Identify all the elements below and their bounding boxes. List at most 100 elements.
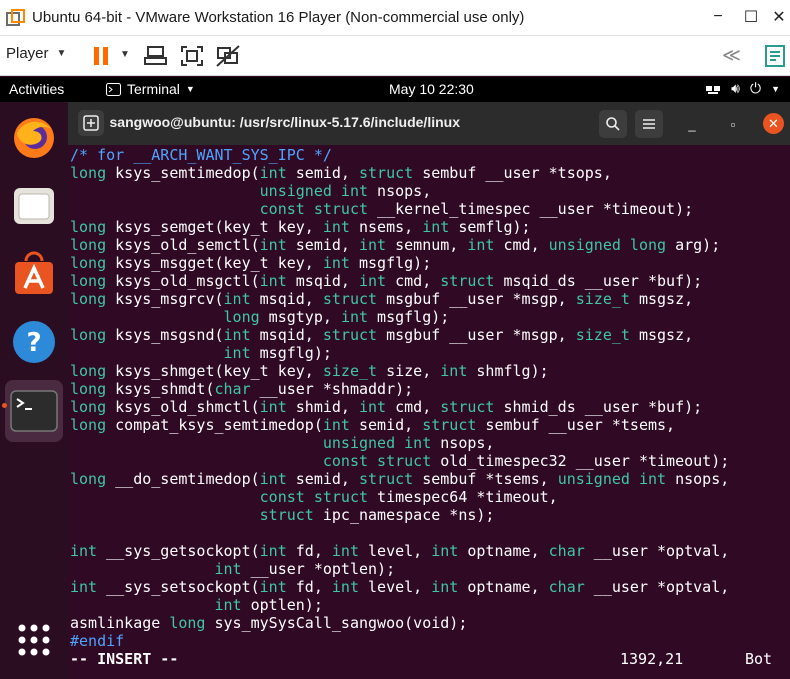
code-token-text: ksys_semtimedop( bbox=[106, 164, 260, 182]
dock-item-ubuntu-software[interactable] bbox=[8, 248, 60, 300]
code-token-text: ksys_shmdt( bbox=[106, 380, 215, 398]
code-token-type: int bbox=[214, 596, 242, 614]
code-token-text: compat_ksys_semtimedop( bbox=[106, 416, 323, 434]
code-token-type: struct bbox=[422, 416, 477, 434]
code-token-type: struct bbox=[322, 326, 378, 344]
close-button[interactable]: ✕ bbox=[768, 6, 790, 28]
fit-guest-icon[interactable] bbox=[179, 44, 205, 68]
code-token-type: char bbox=[548, 578, 585, 596]
pause-dropdown-chevron-icon[interactable]: ▼ bbox=[120, 49, 130, 60]
dock-item-firefox[interactable] bbox=[8, 112, 60, 164]
power-icon: ⏻ bbox=[750, 80, 762, 96]
code-token-type: int bbox=[467, 236, 495, 254]
code-token-type: char bbox=[548, 542, 585, 560]
code-line: const struct old_timespec32 __user *time… bbox=[70, 452, 729, 470]
code-token-type: long bbox=[70, 416, 107, 434]
code-token-type: int bbox=[259, 578, 287, 596]
close-icon: ✕ bbox=[772, 9, 786, 26]
code-line: long ksys_old_shmctl(int shmid, int cmd,… bbox=[70, 398, 729, 416]
svg-text:?: ? bbox=[26, 328, 41, 358]
hamburger-menu-button[interactable] bbox=[635, 110, 663, 138]
activities-button[interactable]: Activities bbox=[9, 81, 64, 97]
network-icon bbox=[706, 85, 721, 94]
code-token-type: int bbox=[359, 272, 387, 290]
code-line: long ksys_semget(key_t key, int nsems, i… bbox=[70, 218, 729, 236]
code-token-type: int bbox=[331, 578, 359, 596]
code-token-type: long bbox=[70, 362, 107, 380]
code-line: int __sys_setsockopt(int fd, int level, … bbox=[70, 578, 729, 596]
code-token-type: long bbox=[70, 218, 107, 236]
code-view: /* for __ARCH_WANT_SYS_IPC */long ksys_s… bbox=[70, 146, 729, 650]
player-menu[interactable]: Player ▼ bbox=[6, 45, 66, 62]
close-icon: ✕ bbox=[768, 115, 779, 131]
code-token-type: long bbox=[169, 614, 206, 632]
code-token-text: ksys_msgsnd( bbox=[106, 326, 224, 344]
code-token-type: long bbox=[70, 398, 107, 416]
notes-icon[interactable] bbox=[762, 44, 788, 68]
unity-disabled-icon[interactable] bbox=[215, 44, 241, 68]
code-token-type: unsigned int bbox=[259, 182, 369, 200]
dock-item-help[interactable]: ? bbox=[8, 316, 60, 368]
active-app-indicator bbox=[2, 403, 7, 408]
chevron-down-icon: ▼ bbox=[771, 83, 780, 94]
code-line: int msgflg); bbox=[70, 344, 729, 362]
send-ctrl-alt-del-icon[interactable] bbox=[143, 44, 169, 68]
collapse-toolbar-icon[interactable]: ≪ bbox=[722, 45, 741, 66]
pause-icon[interactable] bbox=[90, 44, 116, 68]
code-token-text: msqid, bbox=[250, 326, 323, 344]
code-token-type: char bbox=[214, 380, 251, 398]
ubuntu-dock: ? bbox=[0, 102, 68, 679]
dock-item-files[interactable] bbox=[8, 180, 60, 232]
code-token-text: arg); bbox=[666, 236, 721, 254]
code-token-type: const struct bbox=[259, 200, 369, 218]
clock[interactable]: May 10 22:30 bbox=[389, 81, 474, 97]
vmware-toolbar: Player ▼ ▼ ≪ bbox=[0, 36, 790, 76]
code-line: long msgtyp, int msgflg); bbox=[70, 308, 729, 326]
search-button[interactable] bbox=[599, 110, 627, 138]
maximize-icon: ☐ bbox=[743, 9, 759, 26]
code-token-text: semid, bbox=[286, 236, 359, 254]
code-token-text: __user *optval, bbox=[584, 542, 730, 560]
terminal-minimize-button[interactable]: _ bbox=[682, 114, 702, 134]
code-token-type: struct bbox=[359, 470, 414, 488]
code-token-type: int bbox=[223, 344, 251, 362]
code-token-type: const struct bbox=[259, 488, 369, 506]
code-line: long compat_ksys_semtimedop(int semid, s… bbox=[70, 416, 729, 434]
minimize-button[interactable]: − bbox=[707, 6, 729, 28]
code-token-text: sembuf __user *tsems, bbox=[476, 416, 676, 434]
code-token-text: __user *shmaddr); bbox=[250, 380, 414, 398]
code-token-text: optlen); bbox=[241, 596, 323, 614]
system-menu[interactable]: 🔊︎ ⏻ ▼ bbox=[705, 80, 780, 97]
dock-item-terminal[interactable] bbox=[5, 380, 63, 442]
dock-item-show-applications[interactable] bbox=[8, 614, 60, 666]
code-token-text: semid, bbox=[286, 164, 359, 182]
maximize-button[interactable]: ☐ bbox=[740, 6, 762, 28]
window-title: Ubuntu 64-bit - VMware Workstation 16 Pl… bbox=[32, 9, 525, 26]
code-line: int __sys_getsockopt(int fd, int level, … bbox=[70, 542, 729, 560]
code-token-text: sembuf __user *tsops, bbox=[413, 164, 612, 182]
code-token-type: struct bbox=[359, 164, 414, 182]
code-token-text: cmd, bbox=[386, 398, 441, 416]
code-token-text: fd, bbox=[286, 542, 332, 560]
code-token-type: int bbox=[359, 236, 387, 254]
code-token-type: long bbox=[70, 380, 107, 398]
code-line: long ksys_shmget(key_t key, size_t size,… bbox=[70, 362, 729, 380]
app-menu[interactable]: Terminal ▼ bbox=[106, 81, 195, 97]
search-icon bbox=[606, 117, 620, 131]
code-line: long ksys_semtimedop(int semid, struct s… bbox=[70, 164, 729, 182]
terminal-close-button[interactable]: ✕ bbox=[763, 113, 784, 134]
terminal-maximize-button[interactable]: ▫ bbox=[723, 114, 743, 134]
terminal-body[interactable]: /* for __ARCH_WANT_SYS_IPC */long ksys_s… bbox=[68, 145, 790, 679]
code-token-text: msgflg); bbox=[368, 308, 450, 326]
code-token-text: semnum, bbox=[386, 236, 468, 254]
code-token-type: unsigned int bbox=[322, 434, 432, 452]
code-token-type: int bbox=[214, 560, 242, 578]
code-token-type: struct bbox=[259, 506, 314, 524]
chevron-down-icon: ▼ bbox=[185, 84, 195, 94]
code-token-text: optname, bbox=[458, 542, 549, 560]
